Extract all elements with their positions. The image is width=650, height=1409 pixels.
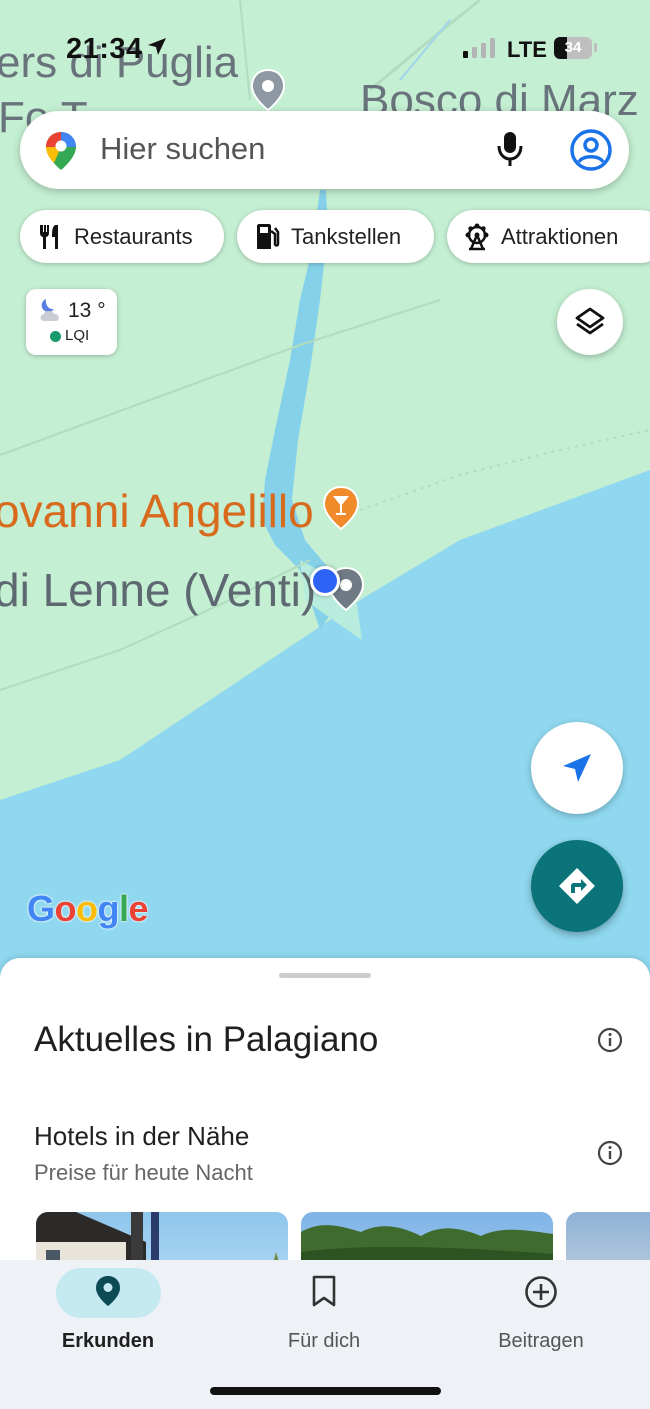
layers-icon (575, 307, 605, 335)
google-attribution-logo: Google (27, 888, 149, 929)
current-location-dot (310, 566, 340, 596)
nav-label: Beitragen (498, 1330, 584, 1352)
home-indicator[interactable] (210, 1387, 441, 1395)
weather-widget[interactable]: 13 ° LQI (26, 289, 117, 355)
air-quality-dot (50, 331, 61, 342)
account-icon[interactable] (569, 128, 613, 172)
battery-level: 34 (564, 39, 582, 56)
directions-button[interactable] (531, 840, 623, 932)
my-location-button[interactable] (531, 722, 623, 814)
chip-attractions[interactable]: Attraktionen (447, 210, 650, 263)
sheet-title: Aktuelles in Palagiano (34, 1020, 379, 1059)
location-arrow-icon (148, 38, 166, 55)
nav-tab-for-you[interactable]: Für dich (216, 1260, 432, 1370)
map-label-restaurant[interactable]: ovanni Angelillo (0, 484, 314, 538)
network-type: LTE (507, 37, 547, 62)
info-icon[interactable] (597, 1027, 623, 1053)
chip-label: Restaurants (74, 223, 193, 249)
battery-cap (594, 43, 597, 52)
search-bar[interactable]: Hier suchen (20, 111, 629, 189)
air-quality-label: LQI (65, 327, 90, 344)
nav-tab-contribute[interactable]: Beitragen (433, 1260, 649, 1370)
layers-button[interactable] (557, 289, 623, 355)
bookmark-icon (312, 1275, 336, 1307)
directions-icon (559, 868, 595, 904)
maps-pin-icon (46, 132, 76, 170)
hotels-section-title[interactable]: Hotels in der Nähe (34, 1121, 249, 1152)
chip-label: Tankstellen (291, 223, 402, 249)
explore-pin-icon (96, 1276, 120, 1306)
gas-station-icon (257, 223, 280, 249)
map-label-place[interactable]: di Lenne (Venti) (0, 563, 316, 617)
sheet-drag-handle[interactable] (279, 973, 371, 978)
chip-gas-stations[interactable]: Tankstellen (237, 210, 434, 263)
cellular-signal-icon (463, 38, 495, 58)
info-icon[interactable] (597, 1140, 623, 1166)
fork-knife-icon (40, 224, 58, 249)
chip-restaurants[interactable]: Restaurants (20, 210, 224, 263)
plus-circle-icon (525, 1276, 557, 1308)
gray-pin-icon[interactable] (248, 68, 288, 112)
status-time: 21:34 (66, 33, 143, 65)
mic-icon[interactable] (497, 131, 523, 167)
battery-icon: 34 (554, 37, 592, 59)
navigation-arrow-icon (563, 754, 591, 782)
bar-poi-icon[interactable] (321, 485, 361, 531)
nav-tab-explore[interactable]: Erkunden (0, 1260, 216, 1370)
status-bar: 21:34 LTE 34 (0, 28, 650, 72)
nav-label: Für dich (287, 1330, 361, 1352)
hotels-section-subtitle: Preise für heute Nacht (34, 1160, 253, 1185)
weather-temperature: 13 ° (68, 299, 106, 322)
night-cloud-icon (40, 299, 59, 321)
nav-label: Erkunden (61, 1330, 155, 1352)
ferris-wheel-icon (465, 223, 489, 250)
search-input[interactable]: Hier suchen (100, 131, 265, 167)
chip-label: Attraktionen (501, 223, 619, 249)
